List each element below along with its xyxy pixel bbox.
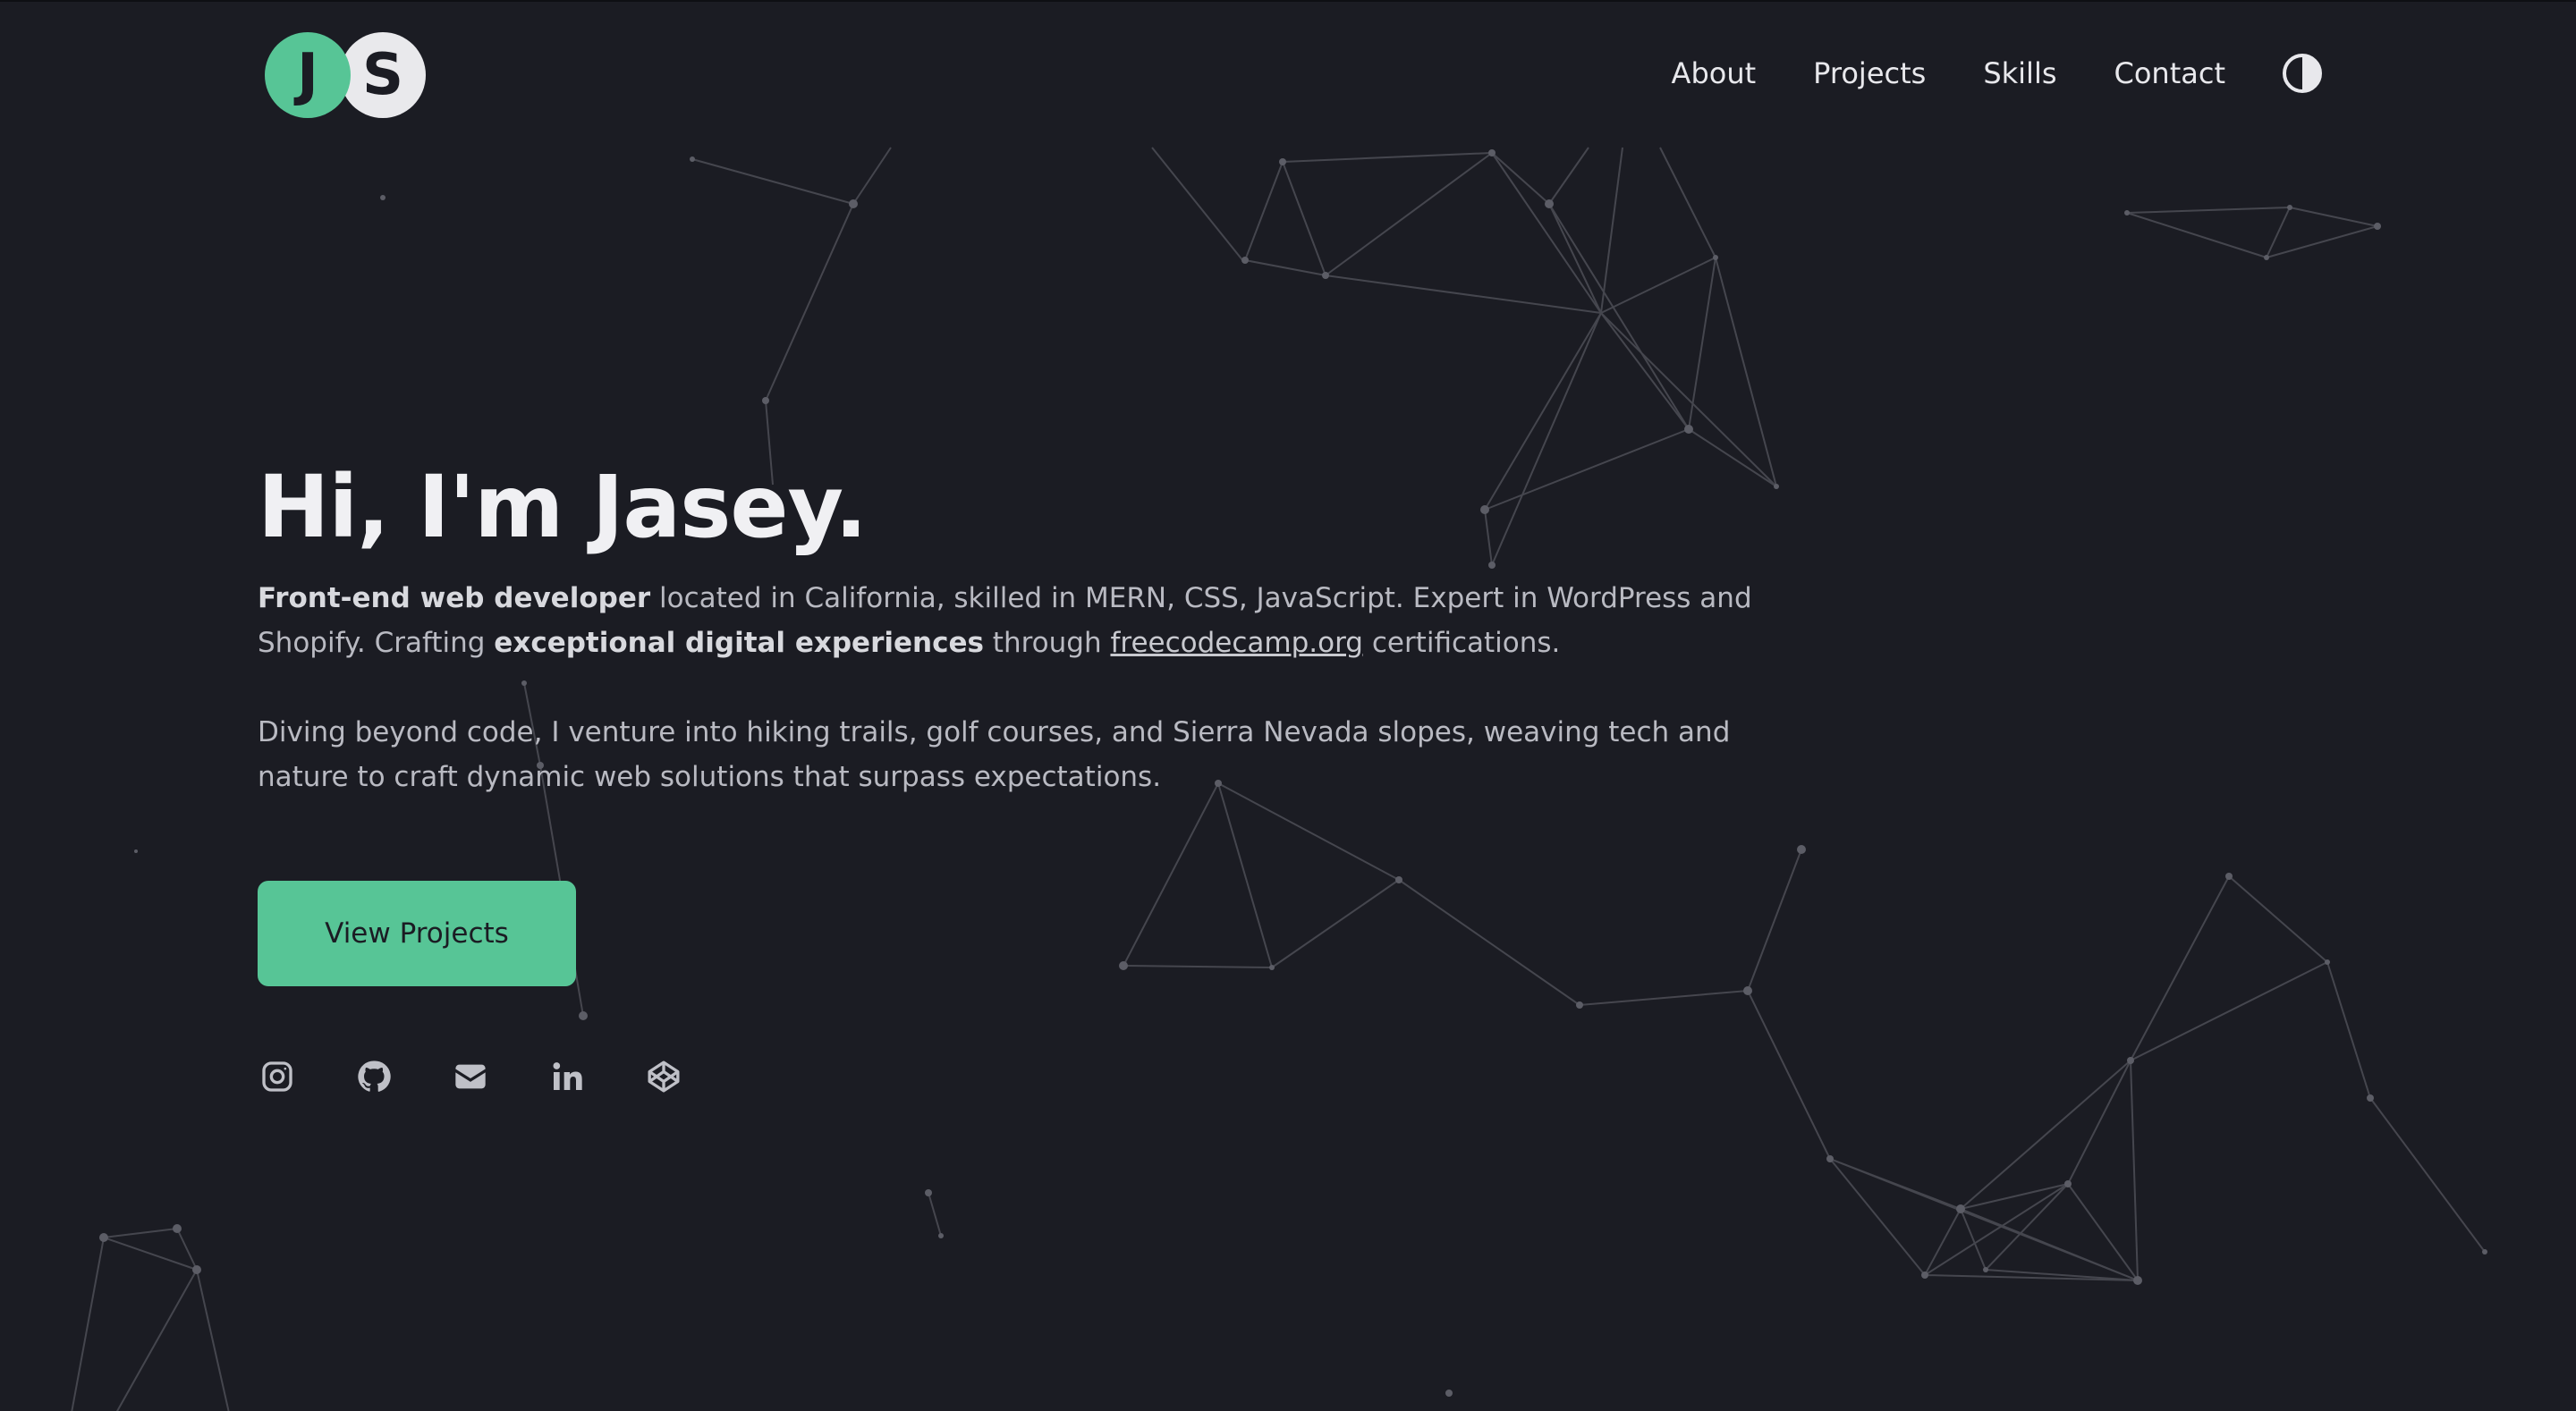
nav-about[interactable]: About <box>1672 48 1757 98</box>
intro-bold-role: Front-end web developer <box>258 582 651 614</box>
hero-bio: Diving beyond code, I venture into hikin… <box>258 716 1731 793</box>
intro-text-3: certifications. <box>1362 627 1561 659</box>
codepen-icon[interactable] <box>644 1057 683 1096</box>
logo[interactable]: J S <box>265 32 426 118</box>
freecodecamp-link[interactable]: freecodecamp.org <box>1110 627 1363 659</box>
view-projects-button[interactable]: View Projects <box>258 881 576 986</box>
instagram-icon[interactable] <box>258 1057 297 1096</box>
logo-letter-j: J <box>265 32 351 118</box>
logo-letter-s: S <box>340 32 426 118</box>
nav-projects[interactable]: Projects <box>1813 48 1926 98</box>
linkedin-icon[interactable] <box>547 1057 587 1096</box>
nav-contact[interactable]: Contact <box>2114 48 2226 98</box>
intro-bold-experiences: exceptional digital experiences <box>494 627 984 659</box>
nav-skills[interactable]: Skills <box>1983 48 2056 98</box>
main-nav: About Projects Skills Contact <box>1614 48 2322 98</box>
hero-section: Hi, I'm Jasey. Front-end web developer l… <box>258 449 1796 799</box>
github-icon[interactable] <box>354 1057 394 1096</box>
hero-heading: Hi, I'm Jasey. <box>258 457 868 557</box>
social-links <box>258 1057 683 1096</box>
contrast-icon[interactable] <box>2283 54 2322 93</box>
hero-intro: Front-end web developer located in Calif… <box>258 576 1796 665</box>
intro-text-2: through <box>983 627 1111 659</box>
page: J S About Projects Skills Contact Hi, I'… <box>0 0 2576 1411</box>
email-icon[interactable] <box>451 1057 490 1096</box>
